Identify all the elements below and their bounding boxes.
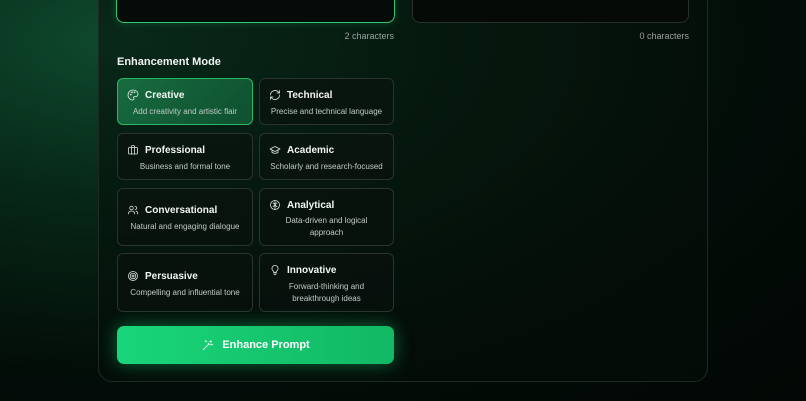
mode-technical[interactable]: Technical Precise and technical language: [259, 78, 394, 125]
mode-label: Analytical: [287, 199, 335, 211]
briefcase-icon: [128, 145, 138, 155]
brain-icon: [270, 200, 280, 210]
users-icon: [127, 205, 139, 215]
magic-wand-icon: [203, 339, 214, 350]
mode-professional[interactable]: Professional Business and formal tone: [117, 133, 253, 180]
mode-academic[interactable]: Academic Scholarly and research-focused: [259, 133, 394, 180]
input-char-count: 2 characters: [344, 31, 394, 41]
refresh-icon: [270, 90, 280, 100]
mode-label: Innovative: [287, 264, 337, 276]
mode-analytical[interactable]: Analytical Data-driven and logical appro…: [259, 188, 394, 246]
output-char-count: 0 characters: [639, 31, 689, 41]
mode-creative[interactable]: Creative Add creativity and artistic fla…: [117, 78, 253, 125]
mode-description: Forward-thinking and breakthrough ideas: [288, 282, 365, 303]
target-icon: [128, 271, 138, 281]
mode-label: Persuasive: [145, 270, 198, 282]
mode-innovative[interactable]: Innovative Forward-thinking and breakthr…: [259, 253, 394, 312]
lightbulb-icon: [271, 265, 279, 275]
mode-description: Business and formal tone: [139, 162, 231, 171]
mode-persuasive[interactable]: Persuasive Compelling and influential to…: [117, 253, 253, 312]
mode-description: Compelling and influential tone: [130, 288, 240, 297]
mode-description: Precise and technical language: [270, 107, 383, 116]
mode-conversational[interactable]: Conversational Natural and engaging dial…: [117, 188, 253, 246]
mode-description: Scholarly and research-focused: [270, 162, 383, 171]
mode-label: Technical: [287, 89, 333, 101]
enhanced-output[interactable]: [412, 0, 689, 23]
prompt-input[interactable]: [116, 0, 395, 23]
graduation-cap-icon: [269, 146, 281, 154]
mode-description: Add creativity and artistic flair: [132, 107, 238, 116]
palette-icon: [127, 89, 139, 101]
mode-label: Professional: [145, 144, 206, 156]
enhance-prompt-button[interactable]: Enhance Prompt: [117, 326, 394, 364]
mode-description: Data-driven and logical approach: [285, 216, 368, 237]
mode-description: Natural and engaging dialogue: [130, 222, 240, 231]
enhance-button-label: Enhance Prompt: [222, 339, 310, 351]
mode-label: Academic: [287, 144, 335, 156]
mode-label: Conversational: [145, 204, 218, 216]
section-title: Enhancement Mode: [117, 56, 221, 68]
mode-label: Creative: [145, 89, 185, 101]
